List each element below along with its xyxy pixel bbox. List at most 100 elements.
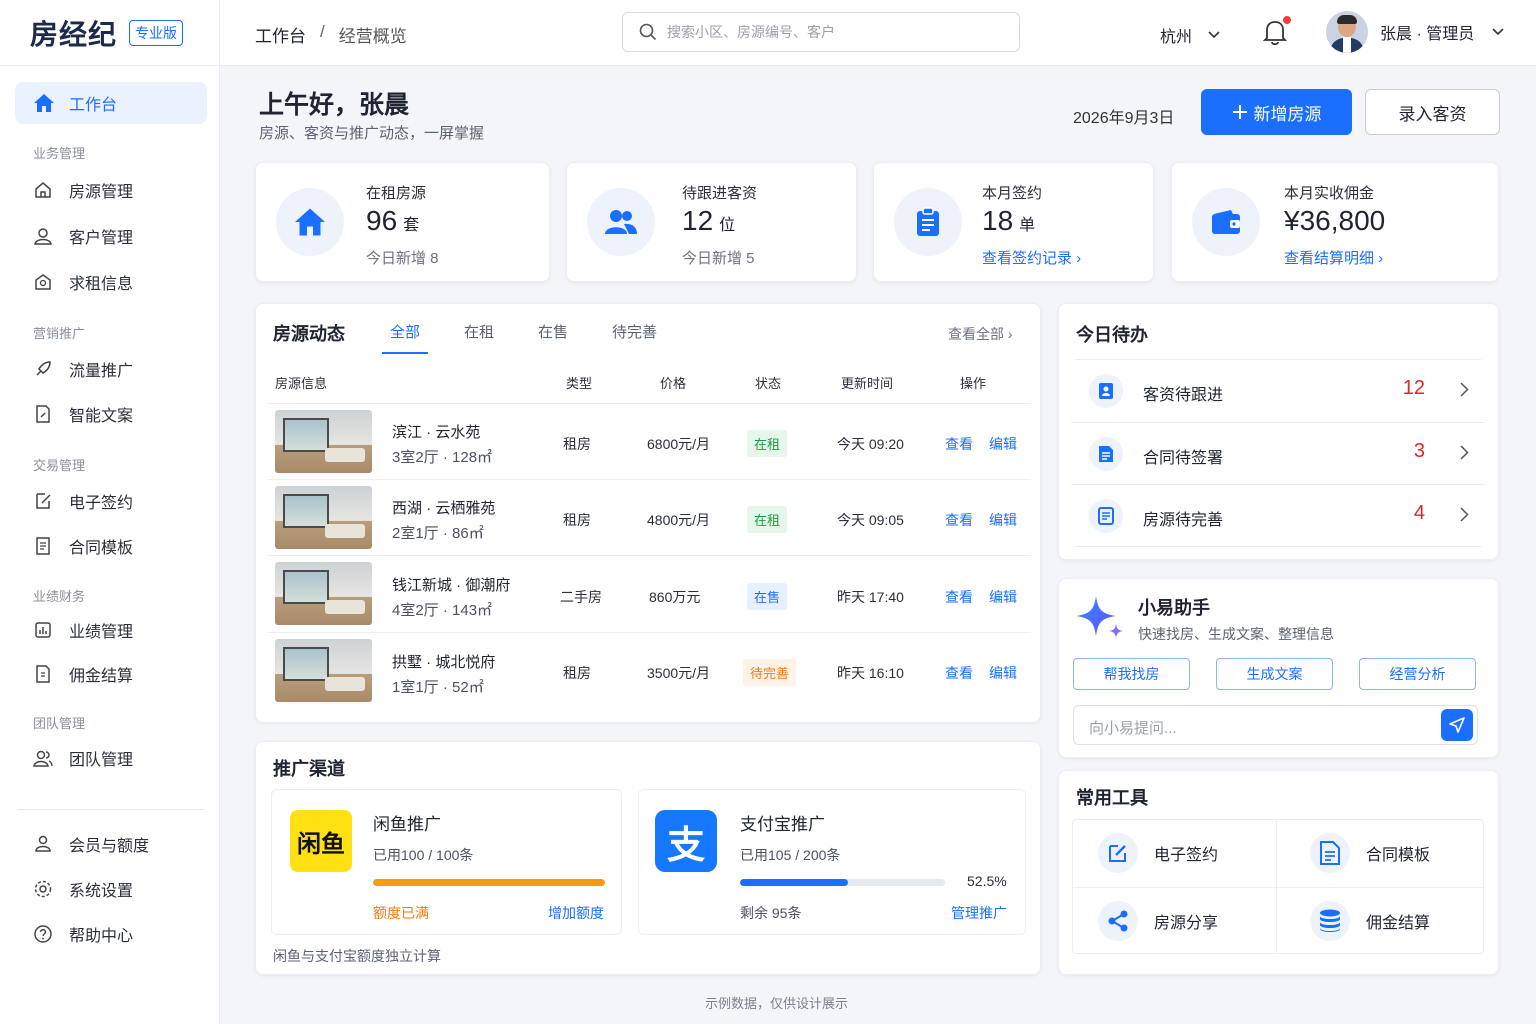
todo-item-listings[interactable]: 房源待完善 4 (1071, 484, 1485, 546)
stat-value: 96 套 (366, 205, 419, 237)
promo-card-alipay: 支 支付宝推广 已用105 / 200条 52.5% 剩余 95条 管理推广 (638, 789, 1026, 935)
stat-sub: 今日新增 5 (682, 250, 755, 267)
tab-all[interactable]: 全部 (381, 321, 429, 354)
table-row[interactable]: 钱江新城 · 御潮府 4室2厅 · 143㎡ 二手房 860万元 在售 昨天 1… (268, 555, 1031, 632)
edit-button[interactable]: 编辑 (989, 510, 1017, 530)
stat-card-contracts[interactable]: 本月签约 18 单 查看签约记录 › (873, 162, 1154, 282)
nav-group-trade: 交易管理 (33, 458, 86, 473)
sidebar-item-copywriting[interactable]: 智能文案 (33, 402, 133, 426)
tab-renting[interactable]: 在租 (464, 321, 494, 342)
stat-card-rentals[interactable]: 在租房源 96 套 今日新增 8 (255, 162, 550, 282)
view-contracts-link[interactable]: 查看签约记录 › (982, 247, 1081, 268)
sidebar-item-performance[interactable]: 业绩管理 (33, 618, 133, 642)
tool-commission[interactable]: 佣金结算 (1310, 901, 1430, 941)
edit-button[interactable]: 编辑 (989, 587, 1017, 607)
find-house-button[interactable]: 帮我找房 (1073, 658, 1190, 690)
todo-item-contracts[interactable]: 合同待签署 3 (1071, 422, 1485, 484)
property-photo (275, 486, 372, 549)
send-button[interactable] (1441, 709, 1473, 741)
sidebar-item-traffic[interactable]: 流量推广 (33, 357, 133, 381)
view-button[interactable]: 查看 (945, 663, 973, 683)
view-all-listings-link[interactable]: 查看全部 › (948, 324, 1013, 344)
todo-label: 客资待跟进 (1143, 387, 1224, 404)
sidebar-item-esign[interactable]: 电子签约 (33, 489, 133, 513)
stat-card-commission[interactable]: 本月实收佣金 ¥36,800 查看结算明细 › (1171, 162, 1499, 282)
stat-unit: 单 (1019, 217, 1036, 234)
view-button[interactable]: 查看 (945, 587, 973, 607)
tool-icon-bg (1098, 833, 1138, 873)
manage-promo-link[interactable]: 管理推广 (951, 903, 1007, 923)
stat-label: 本月实收佣金 (1284, 185, 1375, 202)
search-placeholder: 搜索小区、房源编号、客户 (667, 24, 835, 40)
property-type: 租房 (563, 665, 591, 681)
add-lead-label: 录入客资 (1398, 104, 1467, 124)
edit-icon (1109, 845, 1126, 862)
tool-contract-template[interactable]: 合同模板 (1310, 833, 1430, 873)
avatar (1326, 11, 1368, 53)
stat-label: 待跟进客资 (682, 185, 758, 202)
assistant-input[interactable]: 向小易提问... (1073, 705, 1478, 745)
breadcrumb-workbench[interactable]: 工作台 (255, 22, 306, 47)
home-icon (34, 94, 54, 112)
sidebar-item-membership[interactable]: 会员与额度 (33, 832, 149, 856)
sidebar-item-rent-info[interactable]: 求租信息 (33, 270, 133, 294)
pen-icon (36, 493, 51, 509)
search-input[interactable]: 搜索小区、房源编号、客户 (622, 12, 1020, 52)
sidebar-item-label: 业绩管理 (69, 624, 134, 641)
stat-label: 在租房源 (366, 185, 427, 202)
tab-selling[interactable]: 在售 (538, 321, 568, 342)
view-button[interactable]: 查看 (945, 434, 973, 454)
table-row[interactable]: 拱墅 · 城北悦府 1室1厅 · 52㎡ 租房 3500元/月 待完善 昨天 1… (268, 632, 1031, 708)
property-photo (275, 639, 372, 702)
user-menu[interactable]: 张晨 · 管理员 (1326, 11, 1504, 53)
tool-esign[interactable]: 电子签约 (1098, 833, 1218, 873)
table-row[interactable]: 西湖 · 云栖雅苑 2室1厅 · 86㎡ 租房 4800元/月 在租 今天 09… (268, 479, 1031, 555)
stat-icon-bg (276, 188, 344, 256)
edit-button[interactable]: 编辑 (989, 663, 1017, 683)
generate-copy-button[interactable]: 生成文案 (1216, 658, 1333, 690)
promo-card-xianyu: 闲鱼 闲鱼推广 已用100 / 100条 额度已满 增加额度 (271, 789, 622, 935)
todo-count: 4 (1413, 502, 1425, 524)
tab-incomplete[interactable]: 待完善 (612, 321, 657, 342)
add-lead-button[interactable]: 录入客资 (1365, 89, 1500, 135)
user-name: 张晨 · 管理员 (1380, 26, 1475, 43)
stat-number: ¥36,800 (1284, 205, 1386, 236)
brand: 房经纪 专业版 (0, 0, 219, 66)
update-time: 昨天 16:10 (837, 665, 904, 681)
sidebar-item-workbench[interactable]: 工作台 (15, 82, 207, 124)
property-spec: 1室1厅 · 52㎡ (392, 679, 484, 696)
nav-group-marketing: 营销推广 (33, 326, 86, 341)
channel-usage: 已用100 / 100条 (373, 847, 474, 863)
city-selector[interactable]: 杭州 (1160, 23, 1220, 47)
tool-share[interactable]: 房源分享 (1098, 901, 1218, 941)
notification-dot (1283, 16, 1291, 24)
view-settlement-link[interactable]: 查看结算明细 › (1284, 247, 1383, 268)
todo-item-leads[interactable]: 客资待跟进 12 (1071, 360, 1485, 422)
nav-group-business: 业务管理 (33, 146, 86, 161)
sidebar-item-label: 客户管理 (69, 230, 134, 247)
add-quota-link[interactable]: 增加额度 (548, 903, 604, 923)
edit-button[interactable]: 编辑 (989, 434, 1017, 454)
sidebar-item-contract-template[interactable]: 合同模板 (33, 534, 133, 558)
stat-card-leads[interactable]: 待跟进客资 12 位 今日新增 5 (566, 162, 857, 282)
column-header: 更新时间 (841, 376, 894, 391)
sidebar-item-property[interactable]: 房源管理 (33, 178, 133, 202)
page-subtitle: 房源、客资与推广动态，一屏掌握 (259, 125, 485, 142)
usage-progress-bar (373, 879, 605, 886)
view-button[interactable]: 查看 (945, 510, 973, 530)
sidebar-item-commission[interactable]: 佣金结算 (33, 662, 133, 686)
sidebar-item-team[interactable]: 团队管理 (33, 746, 133, 770)
add-property-button[interactable]: 新增房源 (1201, 89, 1352, 135)
sidebar-item-customer[interactable]: 客户管理 (33, 224, 133, 248)
channel-usage: 已用105 / 200条 (740, 847, 841, 863)
column-header: 类型 (566, 376, 593, 391)
sidebar-item-help[interactable]: 帮助中心 (33, 922, 133, 946)
notification-bell[interactable] (1262, 16, 1291, 49)
business-analysis-button[interactable]: 经营分析 (1359, 658, 1476, 690)
todo-label: 房源待完善 (1143, 512, 1224, 529)
sidebar-item-settings[interactable]: 系统设置 (33, 877, 133, 901)
promo-note: 闲鱼与支付宝额度独立计算 (273, 948, 441, 964)
table-row[interactable]: 滨江 · 云水苑 3室2厅 · 128㎡ 租房 6800元/月 在租 今天 09… (268, 403, 1031, 479)
contract-icon (1099, 446, 1113, 462)
column-header: 房源信息 (275, 376, 328, 391)
